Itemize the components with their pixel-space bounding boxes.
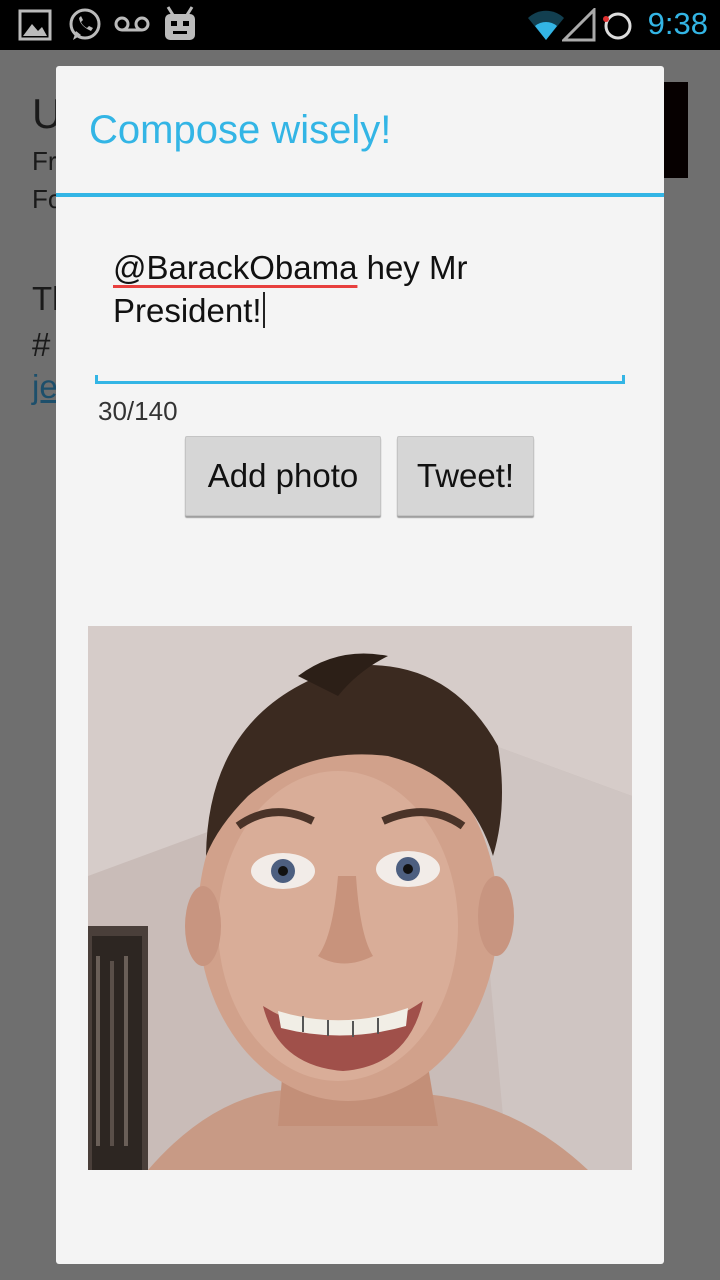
character-counter: 30/140	[98, 396, 178, 426]
image-icon	[18, 9, 52, 41]
wifi-icon	[528, 10, 564, 40]
voicemail-icon	[114, 16, 150, 32]
tweet-text[interactable]: @BarackObama hey Mr President!	[113, 246, 613, 332]
background-text: #	[32, 326, 51, 363]
background-text: Fr	[32, 146, 57, 176]
tweet-button[interactable]: Tweet!	[397, 436, 534, 516]
signal-icon	[562, 8, 596, 42]
background-image-edge	[664, 82, 688, 178]
text-cursor	[262, 292, 265, 328]
whatsapp-icon	[69, 8, 101, 40]
input-underline	[95, 375, 625, 384]
background-link[interactable]: je	[32, 368, 58, 406]
tweet-input[interactable]: @BarackObama hey Mr President!	[95, 236, 625, 384]
android-icon	[165, 6, 195, 40]
status-clock: 9:38	[647, 6, 708, 41]
mention-text: @BarackObama	[113, 249, 358, 286]
compose-dialog: Compose wisely! @BarackObama hey Mr Pres…	[56, 66, 664, 1264]
attached-photo[interactable]	[88, 626, 632, 1170]
battery-icon	[603, 12, 632, 40]
dialog-title: Compose wisely!	[89, 108, 392, 152]
status-bar: 9:38	[0, 0, 720, 50]
add-photo-button[interactable]: Add photo	[185, 436, 381, 516]
title-divider	[56, 193, 664, 197]
